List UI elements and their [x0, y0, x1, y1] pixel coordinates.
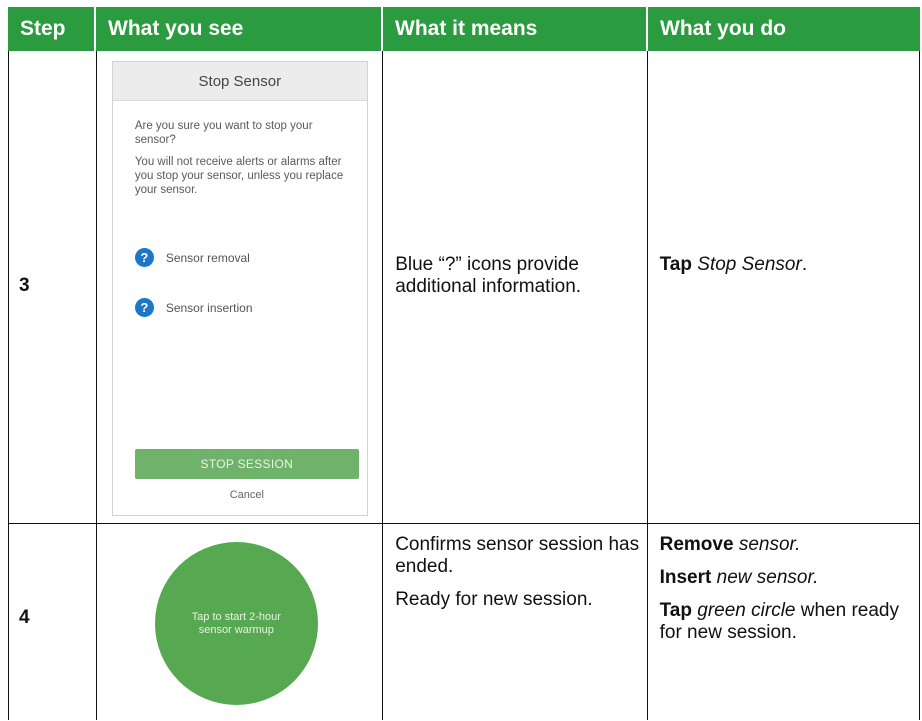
do-text: Tap Stop Sensor.	[660, 254, 910, 287]
means-text: Blue “?” icons provide additional inform…	[395, 254, 582, 297]
header-what-it-means: What it means	[383, 7, 648, 51]
help-sensor-insertion[interactable]: ? Sensor insertion	[134, 298, 253, 317]
help-sensor-removal[interactable]: ? Sensor removal	[134, 248, 250, 267]
table-row: 4 Tap to start 2-hour sensor warmup Conf…	[8, 524, 920, 720]
header-step: Step	[8, 7, 96, 51]
start-warmup-circle[interactable]: Tap to start 2-hour sensor warmup	[154, 542, 318, 705]
stop-sensor-dialog: Stop Sensor Are you sure you want to sto…	[111, 61, 368, 516]
do-cell: Remove sensor. Insert new sensor. Tap gr…	[648, 524, 919, 720]
means-cell: Confirms sensor session has ended. Ready…	[383, 524, 648, 720]
means-cell: Blue “?” icons provide additional inform…	[383, 51, 648, 523]
step-cell: 3	[9, 51, 97, 523]
do-line: Remove sensor.	[659, 534, 801, 555]
header-what-you-do: What you do	[660, 17, 786, 40]
circle-label: Tap to start 2-hour sensor warmup	[191, 610, 281, 636]
question-icon[interactable]: ?	[134, 298, 154, 317]
step-cell: 4	[9, 524, 97, 720]
question-icon[interactable]: ?	[134, 248, 154, 267]
see-cell: Tap to start 2-hour sensor warmup	[97, 524, 384, 720]
do-line: Insert new sensor.	[659, 567, 819, 588]
do-text: Remove sensor. Insert new sensor. Tap gr…	[660, 534, 915, 655]
dialog-warning: You will not receive alerts or alarms af…	[134, 156, 344, 196]
means-text: Confirms sensor session has ended. Ready…	[395, 534, 640, 622]
dialog-question: Are you sure you want to stop your senso…	[134, 120, 313, 146]
dialog-title: Stop Sensor	[112, 62, 367, 101]
help-label: Sensor insertion	[165, 300, 253, 315]
instruction-table: Step What you see What it means What you…	[8, 7, 920, 720]
header-what-you-see: What you see	[96, 7, 383, 51]
do-cell: Tap Stop Sensor.	[648, 51, 919, 523]
step-number: 3	[19, 275, 30, 296]
means-line: Confirms sensor session has ended.	[395, 534, 640, 577]
means-line: Ready for new session.	[395, 589, 593, 610]
table-header: Step What you see What it means What you…	[8, 7, 920, 51]
stop-session-button[interactable]: STOP SESSION	[134, 449, 359, 479]
see-cell: Stop Sensor Are you sure you want to sto…	[97, 51, 384, 523]
do-line: Tap Stop Sensor.	[659, 254, 808, 275]
cancel-link[interactable]: Cancel	[135, 489, 359, 501]
step-number: 4	[19, 607, 30, 628]
help-label: Sensor removal	[165, 250, 250, 265]
do-line: Tap green circle when ready for new sess…	[659, 600, 899, 643]
table-row: 3 Stop Sensor Are you sure you want to s…	[8, 51, 920, 524]
